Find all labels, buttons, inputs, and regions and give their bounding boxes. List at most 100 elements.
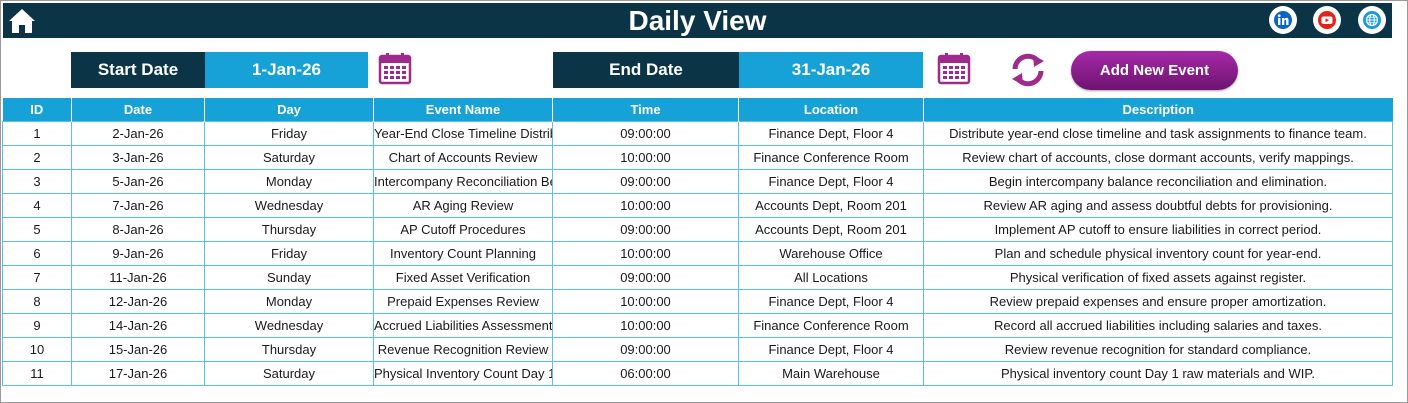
cell-date[interactable]: 11-Jan-26: [71, 265, 205, 290]
cell-id[interactable]: 9: [2, 313, 72, 338]
cell-id[interactable]: 7: [2, 265, 72, 290]
add-new-event-button[interactable]: Add New Event: [1071, 51, 1238, 90]
globe-icon[interactable]: [1358, 6, 1386, 34]
cell-location[interactable]: All Locations: [738, 265, 924, 290]
cell-date[interactable]: 3-Jan-26: [71, 145, 205, 170]
start-date-field[interactable]: 1-Jan-26: [205, 52, 368, 88]
cell-time[interactable]: 09:00:00: [552, 217, 739, 242]
table-row[interactable]: 1 2-Jan-26 Friday Year-End Close Timeline D…: [2, 121, 1393, 146]
start-calendar-icon[interactable]: [378, 52, 412, 85]
table-row[interactable]: 5 8-Jan-26 Thursday AP Cutoff Procedures 09:…: [2, 217, 1393, 242]
cell-time[interactable]: 06:00:00: [552, 361, 739, 386]
cell-description[interactable]: Physical inventory count Day 1 raw mater…: [923, 361, 1393, 386]
cell-day[interactable]: Monday: [204, 289, 374, 314]
cell-date[interactable]: 7-Jan-26: [71, 193, 205, 218]
cell-id[interactable]: 3: [2, 169, 72, 194]
cell-id[interactable]: 11: [2, 361, 72, 386]
cell-location[interactable]: Finance Dept, Floor 4: [738, 337, 924, 362]
column-header-date[interactable]: Date: [71, 98, 205, 122]
linkedin-icon[interactable]: [1269, 6, 1297, 34]
cell-location[interactable]: Accounts Dept, Room 201: [738, 193, 924, 218]
cell-event-name[interactable]: Fixed Asset Verification: [373, 265, 553, 290]
cell-day[interactable]: Thursday: [204, 217, 374, 242]
cell-event-name[interactable]: AP Cutoff Procedures: [373, 217, 553, 242]
cell-day[interactable]: Wednesday: [204, 193, 374, 218]
end-date-field[interactable]: 31-Jan-26: [739, 52, 923, 88]
cell-date[interactable]: 9-Jan-26: [71, 241, 205, 266]
cell-time[interactable]: 09:00:00: [552, 265, 739, 290]
cell-date[interactable]: 15-Jan-26: [71, 337, 205, 362]
cell-id[interactable]: 5: [2, 217, 72, 242]
refresh-icon[interactable]: [1007, 52, 1049, 88]
cell-description[interactable]: Physical verification of fixed assets ag…: [923, 265, 1393, 290]
column-header-time[interactable]: Time: [552, 98, 739, 122]
cell-description[interactable]: Implement AP cutoff to ensure liabilitie…: [923, 217, 1393, 242]
column-header-id[interactable]: ID: [2, 98, 72, 122]
cell-day[interactable]: Monday: [204, 169, 374, 194]
table-row[interactable]: 9 14-Jan-26 Wednesday Accrued Liabilities A…: [2, 313, 1393, 338]
cell-event-name[interactable]: AR Aging Review: [373, 193, 553, 218]
column-header-event-name[interactable]: Event Name: [373, 98, 553, 122]
cell-time[interactable]: 10:00:00: [552, 313, 739, 338]
cell-event-name[interactable]: Chart of Accounts Review: [373, 145, 553, 170]
cell-location[interactable]: Finance Dept, Floor 4: [738, 121, 924, 146]
cell-id[interactable]: 1: [2, 121, 72, 146]
cell-description[interactable]: Review revenue recognition for standard …: [923, 337, 1393, 362]
cell-date[interactable]: 12-Jan-26: [71, 289, 205, 314]
cell-id[interactable]: 2: [2, 145, 72, 170]
cell-id[interactable]: 4: [2, 193, 72, 218]
cell-event-name[interactable]: Accrued Liabilities Assessment: [373, 313, 553, 338]
table-row[interactable]: 4 7-Jan-26 Wednesday AR Aging Review 10:00:0…: [2, 193, 1393, 218]
table-row[interactable]: 6 9-Jan-26 Friday Inventory Count Planning 1…: [2, 241, 1393, 266]
cell-time[interactable]: 10:00:00: [552, 145, 739, 170]
cell-location[interactable]: Finance Dept, Floor 4: [738, 289, 924, 314]
cell-location[interactable]: Finance Dept, Floor 4: [738, 169, 924, 194]
cell-time[interactable]: 10:00:00: [552, 193, 739, 218]
column-header-day[interactable]: Day: [204, 98, 374, 122]
cell-description[interactable]: Record all accrued liabilities including…: [923, 313, 1393, 338]
cell-day[interactable]: Saturday: [204, 361, 374, 386]
cell-time[interactable]: 10:00:00: [552, 241, 739, 266]
cell-time[interactable]: 09:00:00: [552, 169, 739, 194]
cell-day[interactable]: Wednesday: [204, 313, 374, 338]
cell-date[interactable]: 8-Jan-26: [71, 217, 205, 242]
table-row[interactable]: 11 17-Jan-26 Saturday Physical Inventory Co…: [2, 361, 1393, 386]
cell-event-name[interactable]: Physical Inventory Count Day 1: [373, 361, 553, 386]
cell-day[interactable]: Friday: [204, 241, 374, 266]
cell-time[interactable]: 09:00:00: [552, 121, 739, 146]
cell-description[interactable]: Plan and schedule physical inventory cou…: [923, 241, 1393, 266]
cell-event-name[interactable]: Prepaid Expenses Review: [373, 289, 553, 314]
cell-event-name[interactable]: Revenue Recognition Review: [373, 337, 553, 362]
end-calendar-icon[interactable]: [937, 52, 971, 85]
table-row[interactable]: 2 3-Jan-26 Saturday Chart of Accounts Revie…: [2, 145, 1393, 170]
cell-date[interactable]: 5-Jan-26: [71, 169, 205, 194]
cell-location[interactable]: Finance Conference Room: [738, 313, 924, 338]
cell-time[interactable]: 09:00:00: [552, 337, 739, 362]
cell-day[interactable]: Friday: [204, 121, 374, 146]
cell-date[interactable]: 14-Jan-26: [71, 313, 205, 338]
cell-event-name[interactable]: Intercompany Reconciliation Begins: [373, 169, 553, 194]
cell-description[interactable]: Review AR aging and assess doubtful debt…: [923, 193, 1393, 218]
cell-description[interactable]: Review chart of accounts, close dormant …: [923, 145, 1393, 170]
cell-description[interactable]: Begin intercompany balance reconciliatio…: [923, 169, 1393, 194]
cell-location[interactable]: Warehouse Office: [738, 241, 924, 266]
cell-date[interactable]: 17-Jan-26: [71, 361, 205, 386]
cell-id[interactable]: 8: [2, 289, 72, 314]
cell-location[interactable]: Finance Conference Room: [738, 145, 924, 170]
cell-event-name[interactable]: Inventory Count Planning: [373, 241, 553, 266]
table-row[interactable]: 10 15-Jan-26 Thursday Revenue Recognition R…: [2, 337, 1393, 362]
cell-day[interactable]: Thursday: [204, 337, 374, 362]
cell-event-name[interactable]: Year-End Close Timeline Distribution: [373, 121, 553, 146]
table-row[interactable]: 7 11-Jan-26 Sunday Fixed Asset Verification…: [2, 265, 1393, 290]
youtube-icon[interactable]: [1313, 6, 1341, 34]
cell-description[interactable]: Distribute year-end close timeline and t…: [923, 121, 1393, 146]
cell-date[interactable]: 2-Jan-26: [71, 121, 205, 146]
cell-id[interactable]: 10: [2, 337, 72, 362]
cell-description[interactable]: Review prepaid expenses and ensure prope…: [923, 289, 1393, 314]
column-header-description[interactable]: Description: [923, 98, 1393, 122]
cell-location[interactable]: Main Warehouse: [738, 361, 924, 386]
table-row[interactable]: 8 12-Jan-26 Monday Prepaid Expenses Review 1…: [2, 289, 1393, 314]
table-row[interactable]: 3 5-Jan-26 Monday Intercompany Reconciliati…: [2, 169, 1393, 194]
cell-day[interactable]: Sunday: [204, 265, 374, 290]
cell-location[interactable]: Accounts Dept, Room 201: [738, 217, 924, 242]
